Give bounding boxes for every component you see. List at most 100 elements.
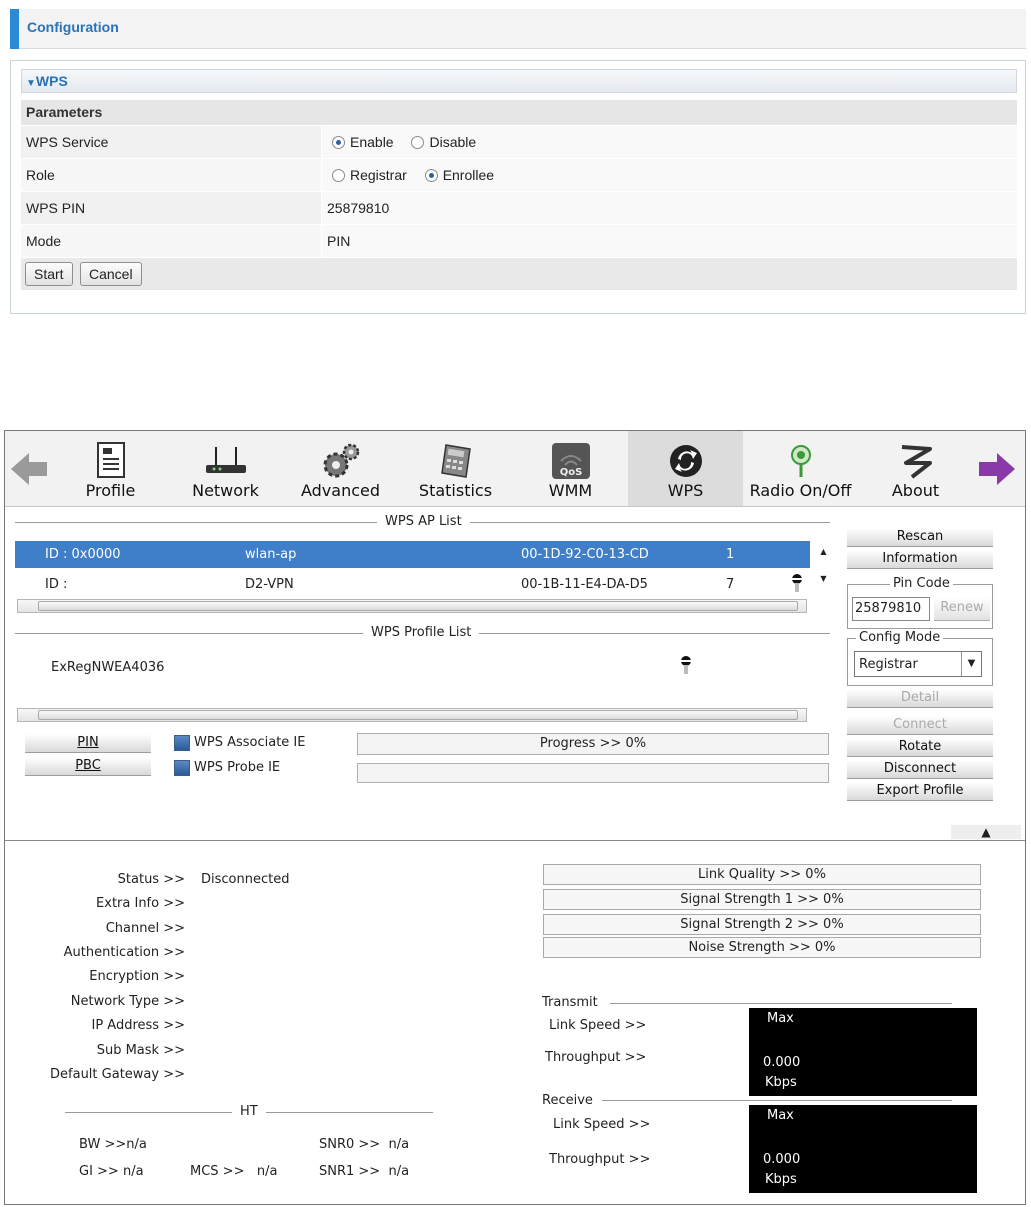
progress-text-box: Progress >> 0% [357, 733, 829, 755]
receive-divider [602, 1100, 952, 1101]
back-arrow-icon[interactable] [9, 449, 49, 493]
pbc-button[interactable]: PBC [25, 757, 151, 776]
ap-row[interactable]: ID : 0x0000 wlan-ap 00-1D-92-C0-13-CD 1 [15, 541, 810, 568]
probe-ie-checkbox[interactable] [174, 760, 190, 776]
ap-list-vscroll[interactable]: ▲ ▼ [817, 541, 830, 598]
transmit-max-label: Max [767, 1011, 794, 1026]
wps-utility-window: Profile Network Advanced Statistics QoS … [4, 430, 1026, 1205]
wps-service-row: WPS Service Enable Disable [21, 125, 1017, 159]
disconnect-button[interactable]: Disconnect [847, 760, 993, 779]
toolbar-wps[interactable]: WPS [628, 431, 743, 506]
rotate-button[interactable]: Rotate [847, 738, 993, 757]
extra-info-label: Extra Info >> [96, 896, 185, 911]
role-registrar-radio[interactable]: Registrar [332, 167, 407, 183]
snr0-label: SNR0 >> n/a [319, 1137, 410, 1152]
panel-divider [5, 840, 1025, 841]
default-gateway-label: Default Gateway >> [50, 1067, 185, 1082]
toolbar-about[interactable]: About [858, 431, 973, 506]
noise-strength-meter: Noise Strength >> 0% [543, 937, 981, 958]
authentication-label: Authentication >> [63, 945, 185, 960]
status-value: Disconnected [201, 872, 290, 887]
pin-code-field[interactable]: 25879810 [852, 597, 930, 621]
progress-bar [357, 763, 829, 783]
toolbar-advanced[interactable]: Advanced [283, 431, 398, 506]
calculator-icon [440, 444, 471, 478]
toolbar-profile[interactable]: Profile [53, 431, 168, 506]
scroll-up-icon[interactable]: ▲ [817, 547, 830, 556]
scroll-thumb[interactable] [38, 601, 798, 611]
profile-list-hscroll[interactable] [17, 708, 807, 722]
toolbar-wmm[interactable]: QoS WMM [513, 431, 628, 506]
pin-code-group: Pin Code 25879810 Renew [847, 576, 993, 629]
ap-list-hscroll[interactable] [17, 599, 807, 613]
toolbar-profile-label: Profile [85, 481, 136, 500]
toolbar-network[interactable]: Network [168, 431, 283, 506]
transmit-unit: Kbps [765, 1075, 797, 1090]
transmit-graph: Max 0.000 Kbps [749, 1008, 977, 1096]
collapse-up-icon[interactable]: ▲ [951, 825, 1021, 839]
start-button[interactable]: Start [25, 262, 73, 286]
ap-list-caption: WPS AP List [377, 514, 470, 529]
ap-row[interactable]: ID : D2-VPN 00-1B-11-E4-DA-D5 7 [15, 571, 810, 598]
receive-graph: Max 0.000 Kbps [749, 1105, 977, 1193]
ap-id: ID : [45, 577, 68, 592]
toolbar-advanced-label: Advanced [300, 481, 381, 500]
wps-icon [669, 445, 702, 477]
action-row: Start Cancel [21, 257, 1017, 290]
config-mode-select[interactable]: Registrar ▼ [854, 651, 982, 677]
associate-ie-checkbox[interactable] [174, 735, 190, 751]
cancel-button[interactable]: Cancel [80, 262, 142, 286]
wps-pin-label: WPS PIN [26, 200, 86, 216]
gears-icon [323, 443, 359, 478]
configuration-panel: Configuration ▼WPS Parameters WPS Servic… [0, 0, 1031, 318]
transmit-value: 0.000 [763, 1055, 801, 1070]
wps-section-title-wrap: ▼WPS [26, 73, 68, 89]
receive-caption: Receive [542, 1093, 593, 1108]
profile-item[interactable]: ExRegNWEA4036 [51, 660, 164, 675]
toolbar-statistics[interactable]: Statistics [398, 431, 513, 506]
pin-button[interactable]: PIN [25, 734, 151, 753]
receive-throughput-label: Throughput >> [549, 1152, 651, 1167]
role-value: Registrar Enrollee [321, 159, 1017, 192]
config-mode-value: Registrar [859, 657, 918, 672]
mode-label: Mode [26, 233, 62, 249]
configuration-header: Configuration [10, 9, 1026, 49]
transmit-link-speed-label: Link Speed >> [549, 1018, 647, 1033]
chevron-down-icon[interactable]: ▼ [961, 652, 981, 676]
rescan-button[interactable]: Rescan [847, 528, 993, 547]
ap-bssid: 00-1B-11-E4-DA-D5 [521, 577, 648, 592]
ap-channel: 7 [726, 577, 735, 592]
registrar-label: Registrar [350, 167, 407, 183]
scroll-thumb[interactable] [38, 710, 798, 720]
wps-section-title: WPS [35, 73, 68, 89]
export-profile-button[interactable]: Export Profile [847, 782, 993, 801]
header-accent-bar [10, 9, 19, 49]
document-icon [96, 442, 125, 478]
wps-service-enable-radio[interactable]: Enable [332, 134, 394, 150]
role-enrollee-radio[interactable]: Enrollee [424, 167, 494, 183]
toolbar-radio[interactable]: Radio On/Off [743, 431, 858, 506]
wps-service-disable-radio[interactable]: Disable [411, 134, 476, 150]
qos-badge: QoS [559, 467, 582, 478]
toolbar-wps-label: WPS [667, 481, 704, 500]
ap-ssid: wlan-ap [245, 547, 297, 562]
config-mode-caption: Config Mode [856, 630, 944, 645]
connect-button[interactable]: Connect [847, 716, 993, 735]
ap-ssid: D2-VPN [245, 577, 294, 592]
scroll-down-icon[interactable]: ▼ [817, 574, 830, 583]
wps-section-header[interactable]: ▼WPS [21, 69, 1017, 93]
router-icon [205, 447, 246, 473]
about-icon [901, 445, 932, 479]
detail-button[interactable]: Detail [847, 689, 993, 708]
radio-unselected-icon [411, 136, 425, 149]
pin-code-caption: Pin Code [890, 576, 953, 591]
bw-label: BW >>n/a [79, 1137, 147, 1152]
information-button[interactable]: Information [847, 550, 993, 569]
receive-link-speed-label: Link Speed >> [553, 1117, 651, 1132]
forward-arrow-icon[interactable] [977, 449, 1017, 493]
antenna-icon [790, 445, 811, 477]
wps-service-label: WPS Service [26, 134, 109, 150]
renew-button[interactable]: Renew [934, 597, 990, 621]
profile-list: ExRegNWEA4036 [15, 649, 830, 704]
toolbar: Profile Network Advanced Statistics QoS … [5, 431, 1025, 507]
